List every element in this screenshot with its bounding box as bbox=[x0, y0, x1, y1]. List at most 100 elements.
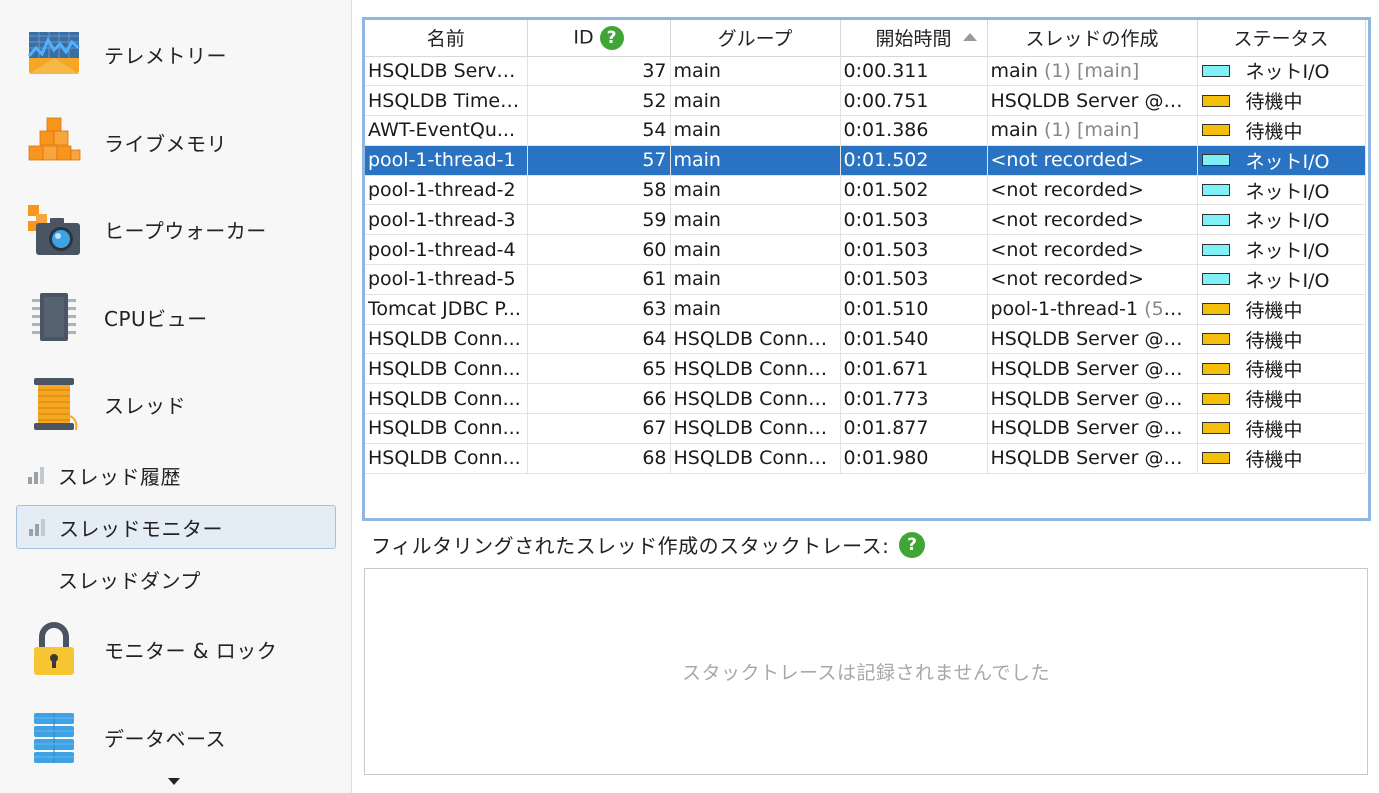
status-text: ネットI/O bbox=[1245, 180, 1330, 203]
cell-start-time: 0:01.877 bbox=[840, 413, 988, 444]
status-color-swatch bbox=[1201, 213, 1230, 226]
cell-id: 65 bbox=[527, 353, 671, 385]
cell-id: 57 bbox=[527, 145, 671, 176]
cell-status: 待機中 bbox=[1197, 353, 1366, 385]
cell-status: 待機中 bbox=[1197, 115, 1366, 146]
status-text: ネットI/O bbox=[1245, 240, 1330, 263]
cell-group: HSQLDB Conne... bbox=[670, 443, 841, 474]
cell-id: 61 bbox=[527, 264, 671, 295]
column-header-id[interactable]: ID? bbox=[527, 20, 671, 57]
stack-trace-empty-message: スタックトレースは記録されませんでした bbox=[681, 662, 1051, 684]
sidebar-item-label: ヒープウォーカー bbox=[104, 218, 267, 243]
cell-start-time: 0:01.386 bbox=[840, 115, 988, 146]
creator-detail: (57)... bbox=[1138, 298, 1197, 321]
cell-name: pool-1-thread-2 bbox=[365, 175, 528, 206]
status-color-swatch bbox=[1201, 124, 1230, 137]
cell-creator: pool-1-thread-1 (57)... bbox=[987, 294, 1198, 325]
sidebar-item-label: スレッド bbox=[104, 393, 186, 418]
sidebar-item-heap-walker[interactable]: ヒープウォーカー bbox=[16, 194, 336, 264]
bar-chart-icon bbox=[27, 516, 49, 538]
cpu-chip-icon bbox=[26, 289, 82, 345]
sidebar-item-cpu-view[interactable]: CPUビュー bbox=[16, 282, 336, 352]
sidebar-item-thread-monitor[interactable]: スレッドモニター bbox=[16, 505, 336, 549]
cell-status: ネットI/O bbox=[1197, 56, 1366, 87]
column-header-group[interactable]: グループ bbox=[670, 20, 841, 57]
thread-table[interactable]: 名前 ID? グループ 開始時間 スレッドの作成 ステータス HSQLDB Se… bbox=[362, 17, 1371, 521]
sidebar-item-label: データベース bbox=[104, 726, 226, 751]
status-color-swatch bbox=[1201, 303, 1230, 316]
sidebar-item-label: スレッドモニター bbox=[59, 516, 223, 541]
status-color-swatch bbox=[1201, 452, 1230, 465]
stack-trace-label: フィルタリングされたスレッド作成のスタックトレース: ? bbox=[371, 530, 926, 559]
cell-start-time: 0:01.773 bbox=[840, 383, 988, 415]
table-row[interactable]: HSQLDB Conn... 64 HSQLDB Conne... 0:01.540 H… bbox=[365, 324, 1366, 355]
table-row[interactable]: AWT-EventQu... 54 main 0:01.386 main (1) [ma… bbox=[365, 115, 1366, 146]
sidebar-item-monitors-locks[interactable]: モニター & ロック bbox=[16, 614, 336, 684]
help-icon[interactable]: ? bbox=[599, 25, 624, 50]
cell-creator: HSQLDB Server @38... bbox=[987, 324, 1198, 355]
status-color-swatch bbox=[1201, 422, 1230, 435]
help-icon[interactable]: ? bbox=[899, 531, 926, 558]
status-color-swatch bbox=[1201, 64, 1230, 77]
sidebar-item-live-memory[interactable]: ライブメモリ bbox=[16, 107, 336, 177]
cell-creator: <not recorded> bbox=[987, 175, 1198, 206]
sidebar-item-threads[interactable]: スレッド bbox=[16, 369, 336, 439]
table-row[interactable]: HSQLDB Conn... 68 HSQLDB Conne... 0:01.980 H… bbox=[365, 443, 1366, 474]
table-row[interactable]: HSQLDB Timer... 52 main 0:00.751 HSQLDB Serv… bbox=[365, 85, 1366, 117]
cell-creator: HSQLDB Server @38... bbox=[987, 383, 1198, 415]
sidebar-item-label: スレッド履歴 bbox=[58, 464, 181, 489]
cell-status: 待機中 bbox=[1197, 294, 1366, 325]
database-icon bbox=[26, 709, 82, 765]
table-row[interactable]: HSQLDB Conn... 67 HSQLDB Conne... 0:01.877 H… bbox=[365, 413, 1366, 444]
scroll-down-arrow-icon[interactable] bbox=[168, 778, 180, 785]
sidebar-item-database[interactable]: データベース bbox=[16, 702, 336, 772]
stack-trace-panel[interactable]: スタックトレースは記録されませんでした bbox=[364, 568, 1368, 775]
sidebar-item-thread-dump[interactable]: スレッドダンプ bbox=[16, 557, 336, 601]
sidebar-item-thread-history[interactable]: スレッド履歴 bbox=[16, 453, 336, 497]
cell-status: ネットI/O bbox=[1197, 204, 1366, 236]
cell-creator: HSQLDB Server @38... bbox=[987, 443, 1198, 474]
cell-status: ネットI/O bbox=[1197, 234, 1366, 266]
cell-creator: main (1) [main] bbox=[987, 56, 1198, 87]
cell-creator: <not recorded> bbox=[987, 234, 1198, 266]
status-color-swatch bbox=[1201, 333, 1230, 346]
heap-walker-icon bbox=[26, 201, 82, 257]
status-text: 待機中 bbox=[1245, 91, 1303, 114]
status-text: 待機中 bbox=[1245, 418, 1303, 441]
sidebar-item-telemetry[interactable]: テレメトリー bbox=[16, 19, 336, 89]
cell-creator: <not recorded> bbox=[987, 264, 1198, 295]
status-text: 待機中 bbox=[1245, 359, 1303, 382]
cell-start-time: 0:01.980 bbox=[840, 443, 988, 474]
table-row[interactable]: pool-1-thread-1 57 main 0:01.502 <not record… bbox=[365, 145, 1366, 176]
cell-name: pool-1-thread-4 bbox=[365, 234, 528, 266]
cell-creator: <not recorded> bbox=[987, 145, 1198, 176]
column-header-creator[interactable]: スレッドの作成 bbox=[987, 20, 1198, 57]
cell-creator: HSQLDB Server @38... bbox=[987, 413, 1198, 444]
sidebar-item-label: テレメトリー bbox=[104, 43, 227, 68]
cell-name: pool-1-thread-3 bbox=[365, 204, 528, 236]
cell-start-time: 0:00.311 bbox=[840, 56, 988, 87]
cell-creator: <not recorded> bbox=[987, 204, 1198, 236]
table-row[interactable]: HSQLDB Serve... 37 main 0:00.311 main (1) [m… bbox=[365, 56, 1366, 87]
table-row[interactable]: HSQLDB Conn... 66 HSQLDB Conne... 0:01.773 H… bbox=[365, 383, 1366, 415]
cell-name: Tomcat JDBC P... bbox=[365, 294, 528, 325]
cell-id: 60 bbox=[527, 234, 671, 266]
column-header-start-time[interactable]: 開始時間 bbox=[840, 20, 988, 57]
table-row[interactable]: pool-1-thread-3 59 main 0:01.503 <not record… bbox=[365, 204, 1366, 236]
cell-status: 待機中 bbox=[1197, 324, 1366, 355]
column-header-name[interactable]: 名前 bbox=[365, 20, 528, 57]
status-color-swatch bbox=[1201, 392, 1230, 405]
table-row[interactable]: pool-1-thread-4 60 main 0:01.503 <not record… bbox=[365, 234, 1366, 266]
table-row[interactable]: Tomcat JDBC P... 63 main 0:01.510 pool-1-thr… bbox=[365, 294, 1366, 325]
cell-status: 待機中 bbox=[1197, 443, 1366, 474]
cell-group: main bbox=[670, 234, 841, 266]
thread-spool-icon bbox=[26, 376, 82, 432]
cell-group: HSQLDB Conne... bbox=[670, 353, 841, 385]
table-row[interactable]: pool-1-thread-5 61 main 0:01.503 <not record… bbox=[365, 264, 1366, 295]
cell-group: HSQLDB Conne... bbox=[670, 383, 841, 415]
bar-chart-icon bbox=[26, 464, 48, 486]
table-row[interactable]: HSQLDB Conn... 65 HSQLDB Conne... 0:01.671 H… bbox=[365, 353, 1366, 385]
status-text: ネットI/O bbox=[1245, 269, 1330, 292]
table-row[interactable]: pool-1-thread-2 58 main 0:01.502 <not record… bbox=[365, 175, 1366, 206]
column-header-status[interactable]: ステータス bbox=[1197, 20, 1366, 57]
